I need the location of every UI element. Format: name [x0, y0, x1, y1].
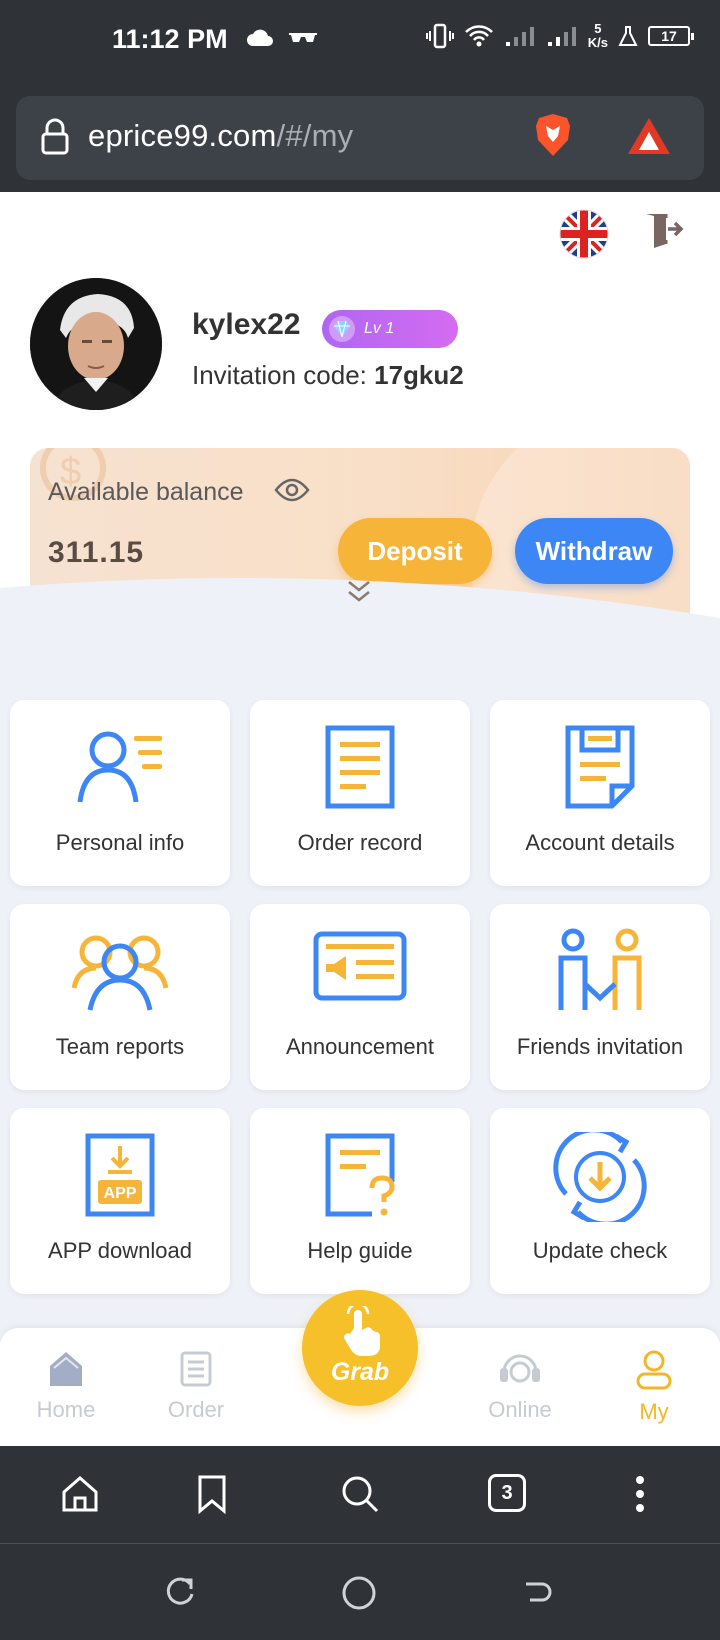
- home-circle-icon[interactable]: [342, 1576, 376, 1610]
- sunglasses-icon: [289, 33, 317, 42]
- menu-account-details[interactable]: Account details: [490, 700, 710, 886]
- team-reports-icon: [71, 935, 169, 1011]
- back-icon[interactable]: [522, 1576, 554, 1608]
- battery-indicator: 17: [648, 26, 694, 46]
- menu-announcement[interactable]: Announcement: [250, 904, 470, 1090]
- menu-update-check[interactable]: Update check: [490, 1108, 710, 1294]
- wifi-icon: [464, 25, 493, 47]
- language-flag-icon[interactable]: [558, 208, 610, 260]
- flask-icon: [618, 26, 638, 46]
- grab-button[interactable]: Grab: [302, 1290, 418, 1406]
- app-badge-text: APP: [104, 1185, 137, 1202]
- vibrate-icon: [425, 23, 454, 49]
- bottom-nav: Home Order Grab Online My: [0, 1290, 720, 1446]
- brave-rewards-icon[interactable]: [626, 116, 672, 156]
- search-icon[interactable]: [340, 1474, 380, 1514]
- level-text: Lv 1: [364, 320, 395, 337]
- nav-my[interactable]: My: [604, 1350, 704, 1425]
- order-record-icon: [325, 725, 395, 809]
- recent-apps-icon[interactable]: [164, 1576, 196, 1608]
- help-guide-icon: [325, 1133, 395, 1217]
- menu-order-record[interactable]: Order record: [250, 700, 470, 886]
- invitation-code: Invitation code: 17gku2: [192, 360, 464, 390]
- avatar[interactable]: [30, 278, 162, 410]
- personal-info-icon: [77, 731, 162, 803]
- profile-icon: [636, 1350, 672, 1390]
- android-nav-bar: [0, 1544, 720, 1640]
- tap-hand-icon: [343, 1306, 380, 1356]
- avatar-portrait: [30, 278, 162, 410]
- username: kylex22: [192, 308, 301, 341]
- url-text: eprice99.com/#/my: [88, 118, 354, 153]
- tab-switcher-button[interactable]: 3: [488, 1474, 526, 1512]
- level-badge: Lv 1: [322, 310, 458, 348]
- app-download-icon: APP: [85, 1133, 155, 1217]
- nav-order[interactable]: Order: [146, 1350, 246, 1423]
- balance-value: 311.15: [48, 536, 145, 569]
- friends-invitation-icon: [558, 928, 642, 1010]
- status-bar: 11:12 PM 5 K/s 17: [0, 0, 720, 84]
- brave-shield-icon[interactable]: [534, 112, 572, 158]
- headset-icon: [500, 1354, 540, 1383]
- nav-home[interactable]: Home: [16, 1350, 116, 1423]
- home-icon: [50, 1352, 82, 1386]
- menu-friends-invitation[interactable]: Friends invitation: [490, 904, 710, 1090]
- more-menu-icon[interactable]: [628, 1474, 652, 1514]
- logout-icon[interactable]: [642, 208, 684, 250]
- menu-grid: Personal info Order record Account detai…: [10, 700, 710, 1294]
- menu-team-reports[interactable]: Team reports: [10, 904, 230, 1090]
- browser-toolbar: 3: [0, 1446, 720, 1544]
- menu-personal-info[interactable]: Personal info: [10, 700, 230, 886]
- nav-online[interactable]: Online: [470, 1350, 570, 1423]
- browser-address-bar: eprice99.com/#/my: [0, 84, 720, 192]
- withdraw-button[interactable]: Withdraw: [515, 518, 673, 584]
- diamond-icon: [329, 316, 355, 342]
- eye-icon[interactable]: [274, 476, 310, 504]
- cloud-icon: [247, 29, 273, 46]
- grab-label: Grab: [330, 1358, 390, 1386]
- bookmark-icon[interactable]: [196, 1474, 228, 1514]
- status-time: 11:12 PM: [112, 24, 228, 54]
- menu-help-guide[interactable]: Help guide: [250, 1108, 470, 1294]
- signal-icon-1: [505, 27, 534, 46]
- my-page: kylex22 Lv 1 Invitation code: 17gku2 $ A…: [0, 192, 720, 1446]
- home-icon[interactable]: [60, 1474, 100, 1514]
- lock-icon: [41, 118, 69, 155]
- chevron-double-down-icon[interactable]: [344, 576, 374, 606]
- balance-label: Available balance: [48, 478, 244, 506]
- announcement-icon: [313, 931, 407, 1001]
- deposit-button[interactable]: Deposit: [338, 518, 492, 584]
- account-details-icon: [565, 725, 635, 809]
- signal-icon-2: [547, 27, 576, 46]
- update-check-icon: [553, 1132, 647, 1222]
- net-speed: 5 K/s: [587, 21, 608, 50]
- menu-app-download[interactable]: APP APP download: [10, 1108, 230, 1294]
- url-field[interactable]: eprice99.com/#/my: [16, 96, 704, 180]
- order-icon: [180, 1351, 212, 1387]
